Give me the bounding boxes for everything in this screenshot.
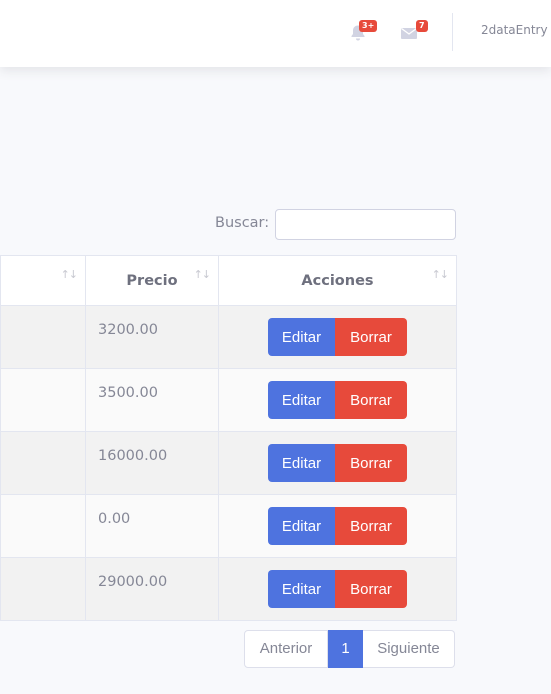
table-row: 3500.00 Editar Borrar bbox=[0, 368, 457, 432]
previous-page-button[interactable]: Anterior bbox=[244, 630, 328, 668]
table-row: 3200.00 Editar Borrar bbox=[0, 305, 457, 369]
delete-button[interactable]: Borrar bbox=[335, 318, 407, 356]
table-row: 0.00 Editar Borrar bbox=[0, 494, 457, 558]
search-label: Buscar: bbox=[215, 215, 270, 231]
edit-button[interactable]: Editar bbox=[268, 318, 335, 356]
topbar: 3+ 7 2dataEntry bbox=[0, 0, 551, 67]
sort-icon: ↑↓ bbox=[60, 268, 78, 281]
table-cell bbox=[0, 305, 86, 369]
messages-badge: 7 bbox=[416, 20, 428, 32]
edit-button[interactable]: Editar bbox=[268, 570, 335, 608]
table-cell bbox=[0, 557, 86, 621]
edit-button[interactable]: Editar bbox=[268, 381, 335, 419]
sort-icon: ↑↓ bbox=[193, 268, 211, 281]
price-cell: 16000.00 bbox=[85, 431, 219, 495]
table-row: 16000.00 Editar Borrar bbox=[0, 431, 457, 495]
user-name[interactable]: 2dataEntry bbox=[481, 23, 548, 37]
messages-dropdown[interactable]: 7 bbox=[400, 20, 428, 42]
alerts-badge: 3+ bbox=[359, 20, 378, 32]
price-cell: 29000.00 bbox=[85, 557, 219, 621]
column-header-precio[interactable]: Precio ↑↓ bbox=[85, 255, 219, 306]
edit-button[interactable]: Editar bbox=[268, 444, 335, 482]
actions-cell: Editar Borrar bbox=[218, 368, 457, 432]
table-header-row: ↑↓ Precio ↑↓ Acciones ↑↓ bbox=[0, 255, 457, 306]
delete-button[interactable]: Borrar bbox=[335, 444, 407, 482]
data-table: ↑↓ Precio ↑↓ Acciones ↑↓ 3200.00 Editar bbox=[0, 255, 457, 621]
table-cell bbox=[0, 368, 86, 432]
topbar-divider bbox=[452, 13, 453, 51]
price-cell: 3500.00 bbox=[85, 368, 219, 432]
column-header[interactable]: ↑↓ bbox=[0, 255, 86, 306]
table-cell bbox=[0, 431, 86, 495]
sort-icon: ↑↓ bbox=[431, 268, 449, 281]
data-table-wrapper: ↑↓ Precio ↑↓ Acciones ↑↓ 3200.00 Editar bbox=[0, 255, 457, 621]
delete-button[interactable]: Borrar bbox=[335, 507, 407, 545]
actions-cell: Editar Borrar bbox=[218, 494, 457, 558]
pagination: Anterior 1 Siguiente bbox=[244, 630, 455, 668]
table-cell bbox=[0, 494, 86, 558]
table-row: 29000.00 Editar Borrar bbox=[0, 557, 457, 621]
next-page-button[interactable]: Siguiente bbox=[363, 630, 455, 668]
actions-cell: Editar Borrar bbox=[218, 431, 457, 495]
page-1-button[interactable]: 1 bbox=[328, 630, 363, 668]
price-cell: 3200.00 bbox=[85, 305, 219, 369]
price-cell: 0.00 bbox=[85, 494, 219, 558]
delete-button[interactable]: Borrar bbox=[335, 570, 407, 608]
edit-button[interactable]: Editar bbox=[268, 507, 335, 545]
actions-cell: Editar Borrar bbox=[218, 557, 457, 621]
delete-button[interactable]: Borrar bbox=[335, 381, 407, 419]
search-input[interactable] bbox=[275, 209, 456, 240]
alerts-dropdown[interactable]: 3+ bbox=[349, 20, 378, 42]
actions-cell: Editar Borrar bbox=[218, 305, 457, 369]
column-header-acciones[interactable]: Acciones ↑↓ bbox=[218, 255, 457, 306]
